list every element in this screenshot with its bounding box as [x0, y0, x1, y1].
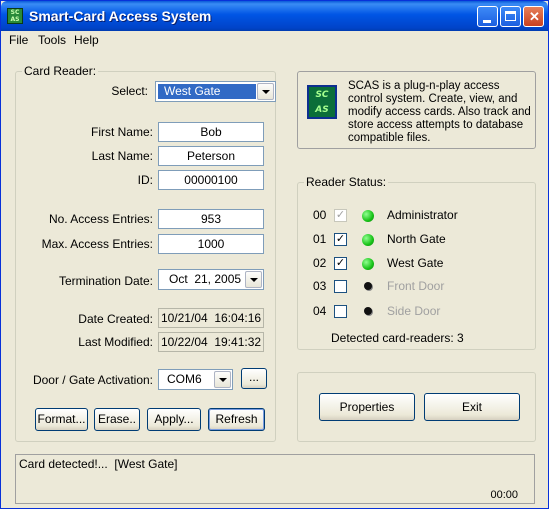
- menu-bar: File Tools Help: [1, 31, 548, 49]
- reader-name: Front Door: [387, 279, 445, 293]
- termination-date-value: Oct 21, 2005: [169, 272, 242, 286]
- chevron-down-icon[interactable]: [214, 371, 231, 388]
- minimize-icon: [483, 20, 491, 23]
- detected-readers-text: Detected card-readers: 3: [331, 331, 464, 345]
- door-port-value: COM6: [167, 372, 202, 386]
- maximize-icon: [505, 11, 516, 21]
- main-window: SC AS Smart-Card Access System ✕ File Too…: [0, 0, 549, 509]
- title-bar[interactable]: SC AS Smart-Card Access System ✕: [1, 1, 548, 31]
- reader-index: 02: [313, 256, 327, 270]
- select-label: Select:: [111, 84, 148, 98]
- reader-index: 00: [313, 208, 327, 222]
- reader-index: 04: [313, 304, 327, 318]
- minimize-button[interactable]: [477, 6, 498, 27]
- reader-checkbox[interactable]: [334, 280, 347, 293]
- scas-logo-icon: SC AS: [307, 85, 337, 119]
- reader-name: North Gate: [387, 232, 446, 246]
- first-name-field[interactable]: Bob: [158, 122, 264, 142]
- close-icon: ✕: [529, 9, 540, 24]
- chevron-down-icon[interactable]: [257, 83, 274, 100]
- logo-text-bottom: AS: [315, 105, 329, 115]
- last-name-field[interactable]: Peterson: [158, 146, 264, 166]
- access-entries-label: No. Access Entries:: [48, 212, 153, 226]
- close-button[interactable]: ✕: [523, 6, 544, 27]
- reader-name: West Gate: [387, 256, 444, 270]
- status-bar: Card detected!... [West Gate] 00:00: [15, 454, 535, 504]
- last-modified-label: Last Modified:: [78, 335, 153, 349]
- reader-checkbox: ✓: [334, 209, 347, 222]
- scas-app-icon: SC AS: [7, 8, 23, 24]
- status-led-icon: [364, 307, 372, 315]
- menu-tools[interactable]: Tools: [38, 33, 66, 47]
- max-access-entries-field[interactable]: 1000: [158, 234, 264, 254]
- door-port-select[interactable]: COM6: [158, 369, 233, 390]
- reader-select[interactable]: West Gate: [155, 81, 276, 102]
- properties-button[interactable]: Properties: [319, 393, 415, 421]
- reader-checkbox[interactable]: ✓: [334, 233, 347, 246]
- card-reader-group-title: Card Reader:: [22, 64, 99, 78]
- format-button[interactable]: Format...: [35, 408, 88, 431]
- reader-status-group-title: Reader Status:: [304, 175, 389, 189]
- maximize-button[interactable]: [500, 6, 521, 27]
- status-timer: 00:00: [490, 489, 518, 501]
- logo-text-top: SC: [315, 90, 329, 100]
- erase-button[interactable]: Erase..: [94, 408, 140, 431]
- last-modified-field: 10/22/04 19:41:32: [158, 332, 264, 352]
- window-title: Smart-Card Access System: [29, 8, 212, 24]
- max-access-entries-label: Max. Access Entries:: [41, 237, 153, 251]
- status-led-icon: [362, 258, 374, 270]
- status-led-icon: [362, 234, 374, 246]
- reader-index: 03: [313, 279, 327, 293]
- status-message: Card detected!... [West Gate]: [19, 457, 178, 471]
- id-field[interactable]: 00000100: [158, 170, 264, 190]
- date-created-label: Date Created:: [78, 312, 153, 326]
- reader-select-value: West Gate: [158, 84, 256, 99]
- date-created-field: 10/21/04 16:04:16: [158, 308, 264, 328]
- termination-date-picker[interactable]: Oct 21, 2005: [158, 269, 264, 290]
- reader-checkbox[interactable]: ✓: [334, 257, 347, 270]
- id-label: ID:: [137, 173, 153, 187]
- reader-name: Side Door: [387, 304, 441, 318]
- menu-file[interactable]: File: [9, 33, 28, 47]
- first-name-label: First Name:: [90, 125, 153, 139]
- exit-button[interactable]: Exit: [424, 393, 520, 421]
- menu-help[interactable]: Help: [74, 33, 99, 47]
- reader-index: 01: [313, 232, 327, 246]
- chevron-down-icon[interactable]: [245, 271, 262, 288]
- apply-button[interactable]: Apply...: [147, 408, 201, 431]
- status-led-icon: [364, 282, 372, 290]
- status-led-icon: [362, 210, 374, 222]
- access-entries-field[interactable]: 953: [158, 209, 264, 229]
- info-description: SCAS is a plug-n-play access control sys…: [348, 80, 531, 144]
- browse-button[interactable]: ...: [241, 368, 267, 389]
- door-activation-label: Door / Gate Activation:: [32, 373, 153, 387]
- reader-checkbox[interactable]: [334, 305, 347, 318]
- termination-date-label: Termination Date:: [58, 274, 153, 288]
- refresh-button[interactable]: Refresh: [208, 408, 265, 431]
- reader-name: Administrator: [387, 208, 458, 222]
- last-name-label: Last Name:: [91, 149, 153, 163]
